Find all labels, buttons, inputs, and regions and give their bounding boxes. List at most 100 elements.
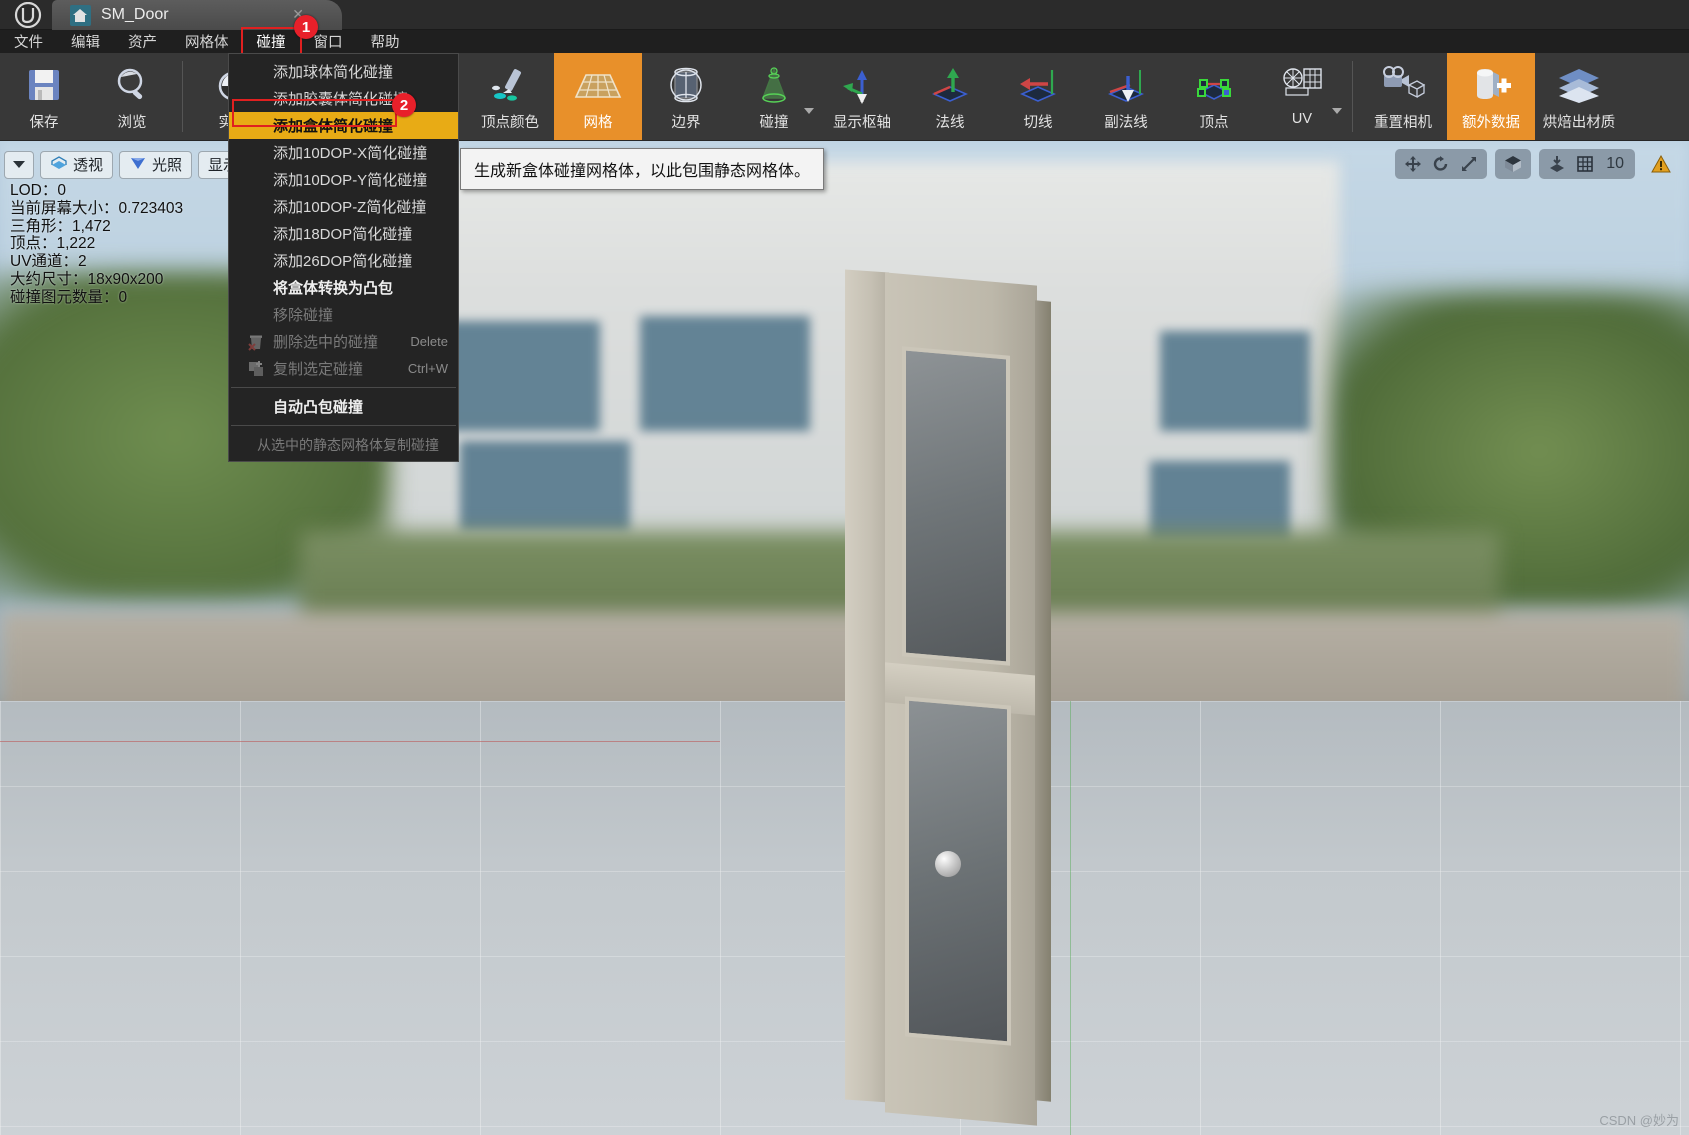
menu-item-add-26dop-simplified-collision[interactable]: 添加26DOP简化碰撞: [229, 247, 458, 274]
world-space-cube-icon[interactable]: [1499, 151, 1527, 177]
lit-label: 光照: [152, 157, 183, 174]
additional-data-button[interactable]: 额外数据: [1447, 53, 1535, 140]
menu-item-duplicate-selected-collision: 复制选定碰撞 Ctrl+W: [229, 355, 458, 382]
door-frame-left: [845, 269, 889, 1103]
normals-button[interactable]: 法线: [906, 53, 994, 140]
translate-icon[interactable]: [1399, 151, 1427, 177]
annotation-badge-2: 2: [392, 93, 416, 117]
binormals-label: 副法线: [1104, 115, 1148, 131]
menu-collision[interactable]: 碰撞: [240, 27, 302, 56]
vertices-label: 顶点: [1199, 115, 1229, 131]
door-glass-upper: [902, 346, 1010, 666]
grid-snap-value[interactable]: 10: [1599, 155, 1631, 173]
collision-label: 碰撞: [759, 115, 789, 131]
menu-item-remove-collision: 移除碰撞: [273, 307, 334, 324]
scale-icon[interactable]: [1455, 151, 1483, 177]
viewport-options-menu[interactable]: [4, 150, 34, 179]
shortcut-delete: Delete: [410, 334, 448, 349]
bake-materials-icon: [1555, 61, 1603, 109]
viewport-toolbar: 透视 光照 显示: [0, 148, 249, 181]
vertex-color-label: 顶点颜色: [481, 115, 539, 131]
menu-item-copy-collision-from-selected-static-mesh: 从选中的静态网格体复制碰撞: [257, 436, 439, 453]
door-knob: [935, 851, 961, 877]
rotate-icon[interactable]: [1427, 151, 1455, 177]
bake-materials-button[interactable]: 烘焙出材质: [1535, 53, 1623, 140]
reset-camera-icon: [1379, 61, 1427, 109]
menu-item-add-10dop-y-simplified-collision[interactable]: 添加10DOP-Y简化碰撞: [229, 166, 458, 193]
surface-snap-icon[interactable]: [1543, 151, 1571, 177]
unreal-static-mesh-editor: SM_Door ✕ 文件 编辑 资产 网格体 碰撞 窗口 帮助 保存 浏览 顶点…: [0, 0, 1689, 1135]
save-icon: [24, 61, 64, 109]
chevron-down-icon[interactable]: [1332, 108, 1342, 114]
snapping-group: 10: [1539, 149, 1635, 179]
browse-label: 浏览: [117, 115, 147, 131]
reset-camera-button[interactable]: 重置相机: [1359, 53, 1447, 140]
title-bar: SM_Door ✕: [0, 0, 1689, 30]
stat-lod: LOD：0: [10, 182, 66, 199]
uv-label: UV: [1291, 111, 1313, 127]
stat-collision-primitives: 碰撞图元数量：0: [10, 288, 128, 306]
menu-mesh[interactable]: 网格体: [171, 29, 243, 54]
menu-file[interactable]: 文件: [0, 29, 57, 54]
grid-icon: [572, 61, 624, 109]
menu-asset[interactable]: 资产: [114, 29, 171, 54]
background-window: [460, 441, 630, 531]
uv-button[interactable]: UV: [1258, 53, 1346, 140]
vertex-color-button[interactable]: 顶点颜色: [466, 53, 554, 140]
vertices-icon: [1192, 61, 1236, 109]
viewport-controls: 10: [1395, 149, 1679, 179]
menu-item-add-10dop-x-simplified-collision[interactable]: 添加10DOP-X简化碰撞: [229, 139, 458, 166]
grid-button[interactable]: 网格: [554, 53, 642, 140]
watermark: CSDN @妙为: [1599, 1113, 1679, 1128]
coordinate-space-group: [1495, 149, 1532, 179]
binormals-icon: [1104, 61, 1148, 109]
menu-separator: [231, 425, 456, 426]
bounds-icon: [664, 61, 708, 109]
menu-separator: [231, 387, 456, 388]
tangents-icon: [1016, 61, 1060, 109]
binormals-button[interactable]: 副法线: [1082, 53, 1170, 140]
stat-current-screen-size: 当前屏幕大小：0.723403: [10, 199, 184, 217]
menu-item-add-capsule-simplified-collision[interactable]: 添加胶囊体简化碰撞: [229, 85, 458, 112]
bounds-button[interactable]: 边界: [642, 53, 730, 140]
normals-icon: [928, 61, 972, 109]
toolbar-group-misc: 重置相机 额外数据 烘焙出材质: [1359, 53, 1623, 140]
additional-data-label: 额外数据: [1462, 115, 1520, 131]
uv-icon: [1278, 61, 1326, 109]
stat-uv-channels: UV通道：2: [10, 253, 87, 271]
tooltip: 生成新盒体碰撞网格体，以此包围静态网格体。: [460, 148, 825, 190]
menu-item-add-10dop-z-simplified-collision[interactable]: 添加10DOP-Z简化碰撞: [229, 193, 458, 220]
pivot-icon: [838, 61, 886, 109]
browse-button[interactable]: 浏览: [88, 53, 176, 140]
toolbar-divider: [182, 61, 183, 132]
show-pivot-button[interactable]: 显示枢轴: [818, 53, 906, 140]
vertices-button[interactable]: 顶点: [1170, 53, 1258, 140]
browse-magnifier-icon: [111, 61, 153, 109]
menu-item-add-sphere-simplified-collision[interactable]: 添加球体简化碰撞: [229, 58, 458, 85]
warning-triangle-icon[interactable]: [1647, 151, 1675, 177]
tangents-button[interactable]: 切线: [994, 53, 1082, 140]
door-edge: [1035, 300, 1051, 1102]
toolbar-group-asset: 保存 浏览: [0, 53, 176, 140]
delete-collision-icon: [247, 333, 267, 351]
menu-item-convert-boxes-to-convex[interactable]: 将盒体转换为凸包: [229, 274, 458, 301]
view-mode-perspective[interactable]: 透视: [40, 150, 114, 179]
static-mesh-icon: [70, 4, 91, 26]
stat-triangles: 三角形：1,472: [10, 217, 111, 235]
collision-button[interactable]: 碰撞: [730, 53, 818, 140]
menu-edit[interactable]: 编辑: [57, 29, 114, 54]
perspective-icon: [50, 155, 68, 175]
menu-item-add-18dop-simplified-collision[interactable]: 添加18DOP简化碰撞: [229, 220, 458, 247]
save-button[interactable]: 保存: [0, 53, 88, 140]
menu-item-add-box-simplified-collision[interactable]: 添加盒体简化碰撞: [229, 112, 458, 139]
view-mode-lit[interactable]: 光照: [119, 150, 193, 179]
static-mesh-door[interactable]: [845, 251, 1105, 1135]
grid-snap-icon[interactable]: [1571, 151, 1599, 177]
chevron-down-icon[interactable]: [804, 108, 814, 114]
background-window: [640, 316, 810, 431]
save-label: 保存: [29, 115, 59, 131]
stat-approx-size: 大约尺寸：18x90x200: [10, 270, 164, 288]
menu-help[interactable]: 帮助: [357, 29, 414, 54]
grid-label: 网格: [583, 115, 613, 131]
menu-item-auto-convex-collision[interactable]: 自动凸包碰撞: [229, 393, 458, 420]
